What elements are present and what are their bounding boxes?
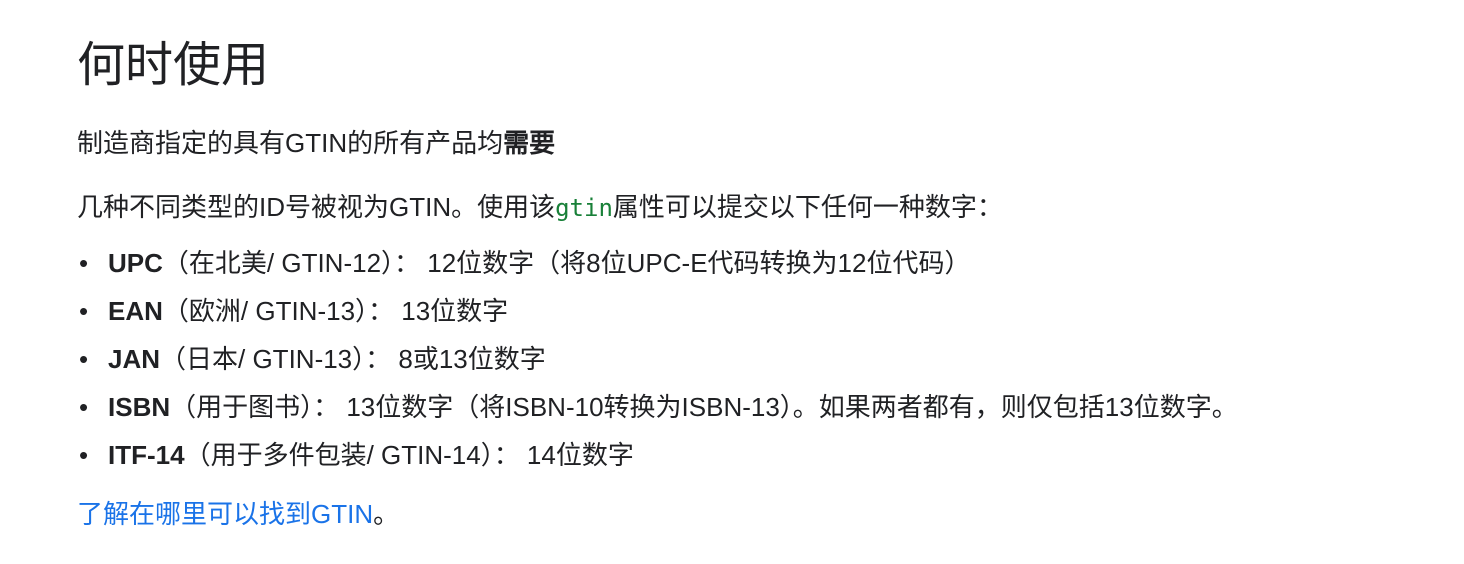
gtin-types-list: • UPC（在北美/ GTIN-12）： 12位数字（将8位UPC-E代码转换为1… (77, 239, 1444, 479)
list-item-isbn: • ISBN（用于图书）： 13位数字（将ISBN-10转换为ISBN-13）。如… (77, 383, 1444, 431)
requirement-bold: 需要 (503, 128, 556, 158)
bullet-icon: • (79, 296, 89, 326)
bullet-icon: • (79, 344, 89, 374)
bullet-icon: • (79, 440, 89, 470)
page-title: 何时使用 (77, 39, 270, 92)
item-desc: （用于图书）： 13位数字（将ISBN-10转换为ISBN-13）。如果两者都有… (170, 392, 1238, 422)
item-desc: （在北美/ GTIN-12）： 12位数字（将8位UPC-E代码转换为12位代码… (162, 248, 971, 278)
list-item-jan: • JAN（日本/ GTIN-13）： 8或13位数字 (77, 335, 1444, 383)
bullet-icon: • (79, 248, 89, 278)
item-name: JAN (108, 344, 161, 374)
find-gtin-link[interactable]: 了解在哪里可以找到GTIN (77, 499, 373, 529)
link-paragraph: 了解在哪里可以找到GTIN。 (77, 495, 1444, 533)
item-name: EAN (108, 296, 163, 326)
list-item-upc: • UPC（在北美/ GTIN-12）： 12位数字（将8位UPC-E代码转换为1… (77, 239, 1444, 287)
item-desc: （用于多件包装/ GTIN-14）： 14位数字 (184, 440, 634, 470)
intro-text: 几种不同类型的ID号被视为GTIN。使用该 (77, 192, 556, 222)
item-name: ITF-14 (108, 440, 185, 470)
list-item-itf14: • ITF-14（用于多件包装/ GTIN-14）： 14位数字 (77, 431, 1444, 479)
gtin-attribute-code: gtin (555, 194, 613, 222)
intro-paragraph: 几种不同类型的ID号被视为GTIN。使用该gtin属性可以提交以下任何一种数字： (77, 188, 1444, 227)
item-name: ISBN (108, 392, 171, 422)
item-desc: （日本/ GTIN-13）： 8或13位数字 (160, 344, 546, 374)
requirement-paragraph: 制造商指定的具有GTIN的所有产品均需要 (77, 124, 1444, 162)
intro-suffix: 属性可以提交以下任何一种数字： (612, 192, 1003, 222)
requirement-text: 制造商指定的具有GTIN的所有产品均 (77, 128, 504, 158)
item-desc: （欧洲/ GTIN-13）： 13位数字 (162, 296, 509, 326)
link-suffix: 。 (373, 499, 400, 529)
bullet-icon: • (79, 392, 89, 422)
article-content: 何时使用 制造商指定的具有GTIN的所有产品均需要 几种不同类型的ID号被视为G… (77, 34, 1444, 533)
item-name: UPC (108, 248, 163, 278)
list-item-ean: • EAN（欧洲/ GTIN-13）： 13位数字 (77, 287, 1444, 335)
